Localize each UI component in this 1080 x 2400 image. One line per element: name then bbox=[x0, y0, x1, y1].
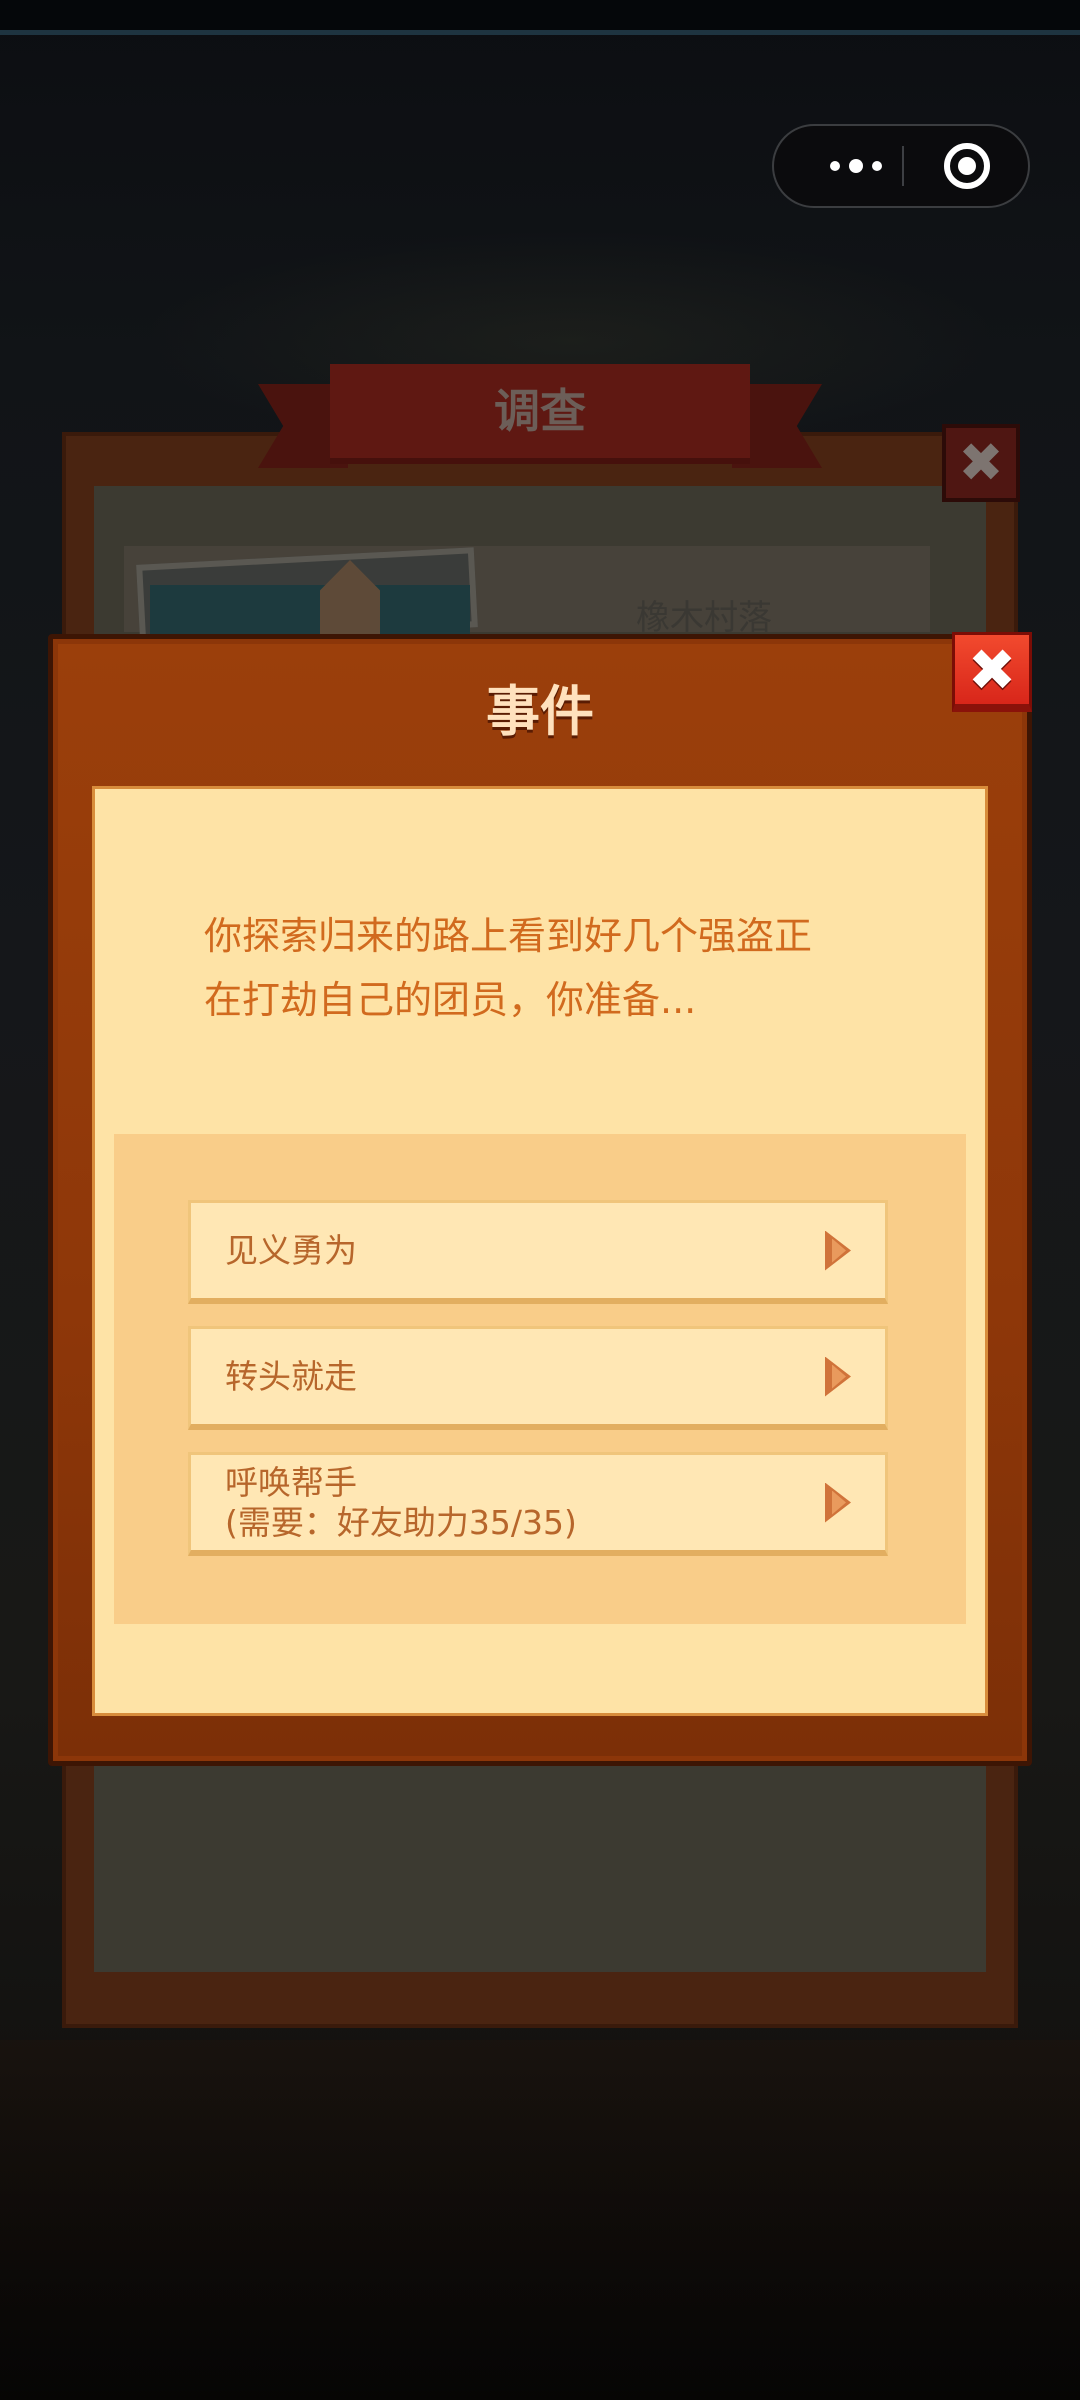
event-close-button[interactable]: ✖ bbox=[952, 632, 1032, 712]
close-icon: ✖ bbox=[958, 431, 1004, 494]
background-bottom-scene bbox=[0, 2040, 1080, 2400]
background-village-name: 橡木村落 bbox=[636, 598, 772, 638]
background-panel-title: 调查 bbox=[494, 384, 586, 438]
option-title: 呼唤帮手 bbox=[225, 1462, 357, 1502]
option-help-bravely[interactable]: 见义勇为 bbox=[188, 1200, 888, 1304]
option-label: 呼唤帮手 (需要：好友助力35/35) bbox=[225, 1455, 577, 1550]
event-message: 你探索归来的路上看到好几个强盗正 在打劫自己的团员，你准备... bbox=[204, 914, 813, 1022]
more-dots-icon[interactable] bbox=[810, 126, 902, 206]
option-walk-away[interactable]: 转头就走 bbox=[188, 1326, 888, 1430]
status-bar bbox=[0, 0, 1080, 35]
option-title: 见义勇为 bbox=[225, 1230, 357, 1270]
option-call-helpers[interactable]: 呼唤帮手 (需要：好友助力35/35) bbox=[188, 1452, 888, 1556]
background-close-button[interactable]: ✖ bbox=[942, 424, 1020, 502]
miniprogram-capsule bbox=[772, 124, 1030, 208]
option-label: 转头就走 bbox=[225, 1329, 357, 1424]
option-requirement: (需要：好友助力35/35) bbox=[225, 1502, 577, 1542]
game-screen: 橡木村落 调查 ✖ 事件 ✖ 你探索归来的路上看到好几个强盗正 在打劫自己的团员… bbox=[0, 0, 1080, 2400]
option-title: 转头就走 bbox=[225, 1356, 357, 1396]
capsule-divider bbox=[902, 146, 904, 186]
event-dialog-title: 事件 bbox=[486, 680, 594, 743]
background-photo-sky bbox=[150, 585, 470, 635]
close-icon: ✖ bbox=[967, 635, 1017, 704]
target-circle-icon[interactable] bbox=[944, 143, 990, 189]
option-label: 见义勇为 bbox=[225, 1203, 357, 1298]
